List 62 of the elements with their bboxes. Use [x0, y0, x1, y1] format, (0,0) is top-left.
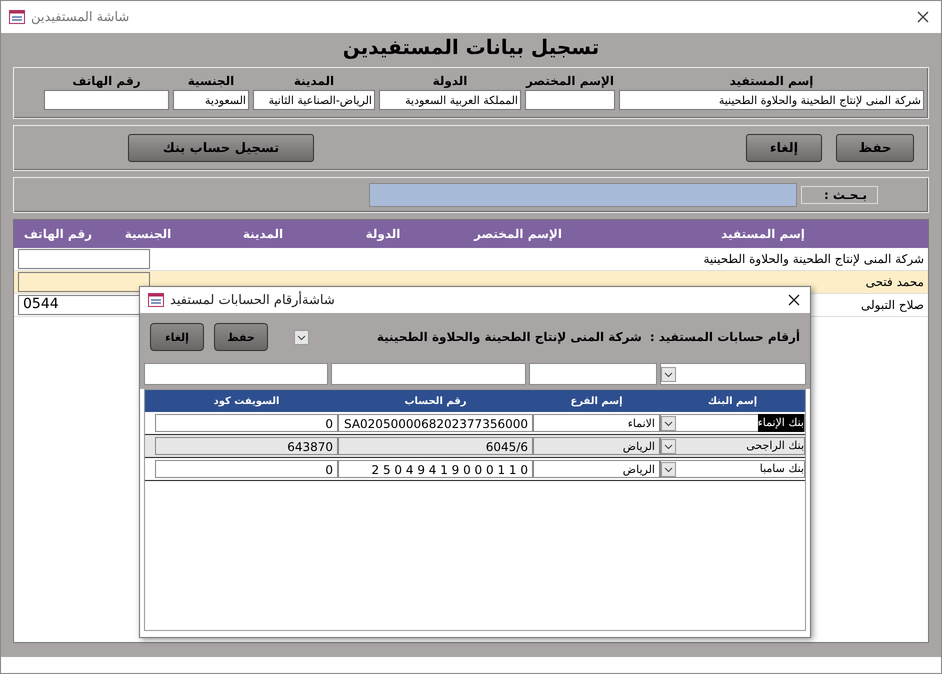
- beneficiary-name: شركة المنى لإنتاج الطحينة والحلاوة الطحينية: [376, 330, 642, 344]
- input-field[interactable]: السعودية: [173, 90, 249, 110]
- column-header: رقم الهاتف: [22, 227, 94, 241]
- field-label: إسم المستفيد: [730, 74, 814, 88]
- grid-cell: 643870: [155, 437, 338, 455]
- dropdown-caret-icon[interactable]: [661, 462, 676, 476]
- window-title: شاشة المستفيدين: [31, 10, 130, 24]
- form-icon: [148, 293, 164, 307]
- column-header: إسم البنك: [706, 396, 758, 406]
- field-label: الجنسية: [188, 74, 234, 88]
- table-cell-text: صلاح التبولى: [860, 298, 925, 312]
- form-button[interactable]: إلغاء: [746, 134, 822, 162]
- search-field[interactable]: [369, 183, 797, 207]
- field-label: المدينة: [294, 74, 334, 88]
- dialog-button[interactable]: إلغاء: [150, 323, 204, 351]
- filter-field[interactable]: [660, 363, 806, 385]
- dropdown-caret-icon[interactable]: [294, 330, 309, 344]
- dialog-button[interactable]: حفظ: [214, 323, 268, 351]
- dialog-title: شاشةأرقام الحسابات لمستفيد: [170, 292, 335, 308]
- table-cell-text: شركة المنى لإنتاج الطحينة والحلاوة الطحينية: [702, 252, 925, 266]
- column-header: إسم المستفيد: [720, 227, 806, 241]
- form-button[interactable]: تسجيل حساب بنك: [128, 134, 314, 162]
- filter-field[interactable]: [144, 363, 328, 385]
- dropdown-caret-icon[interactable]: [661, 366, 676, 382]
- close-icon[interactable]: [788, 294, 800, 306]
- column-header: الجنسية: [124, 227, 172, 241]
- form-icon: [9, 10, 25, 24]
- field-label: الإسم المختصر: [526, 74, 614, 88]
- field-label: رقم الهاتف: [72, 74, 141, 88]
- input-field[interactable]: الرياض-الصناعية الثانية: [253, 90, 375, 110]
- bank-name: بنك الراجحى: [746, 438, 804, 454]
- column-header: السويفت كود: [212, 396, 280, 406]
- grid-cell: 0: [155, 460, 338, 478]
- bank-name: بنك الإنماء: [758, 414, 804, 432]
- filter-field[interactable]: [529, 363, 658, 385]
- grid-cell: 0: [155, 414, 338, 432]
- column-header: إسم الفرع: [569, 396, 624, 406]
- field-label: الدولة: [432, 74, 468, 88]
- input-field[interactable]: شركة المنى لإنتاج الطحينة والحلاوة الطحينية: [619, 90, 924, 110]
- grid-cell: الرياض: [533, 460, 660, 478]
- grid-cell: الرياض: [533, 437, 660, 455]
- dropdown-caret-icon[interactable]: [661, 438, 676, 454]
- grid-cell: 6045/6: [338, 437, 533, 455]
- grid-cell: الانماء: [533, 414, 660, 432]
- input-field[interactable]: [44, 90, 169, 110]
- input-field[interactable]: المملكة العربية السعودية: [379, 90, 521, 110]
- column-header: الإسم المختصر: [472, 227, 563, 241]
- column-header: رقم الحساب: [404, 396, 468, 406]
- dropdown-caret-icon[interactable]: [661, 416, 676, 430]
- filter-field[interactable]: [330, 363, 526, 385]
- column-header: الدولة: [364, 227, 402, 241]
- grid-cell: 2 5 0 4 9 4 1 9 0 0 0 1 1 0: [338, 460, 533, 478]
- form-button[interactable]: حفظ: [836, 134, 914, 162]
- bank-name: بنك سامبا: [760, 461, 804, 477]
- column-header: المدينة: [242, 227, 284, 241]
- close-icon[interactable]: [917, 11, 929, 23]
- beneficiary-label: أرقام حسابات المستفيد :: [650, 330, 800, 344]
- table-cell-text: محمد فتحى: [864, 275, 925, 289]
- grid-cell: SA0205000068202377356000: [338, 414, 533, 432]
- form-heading: تسجيل بيانات المستفيدين: [342, 34, 600, 61]
- search-label: بـحـث :: [801, 186, 878, 204]
- input-field[interactable]: [525, 90, 615, 110]
